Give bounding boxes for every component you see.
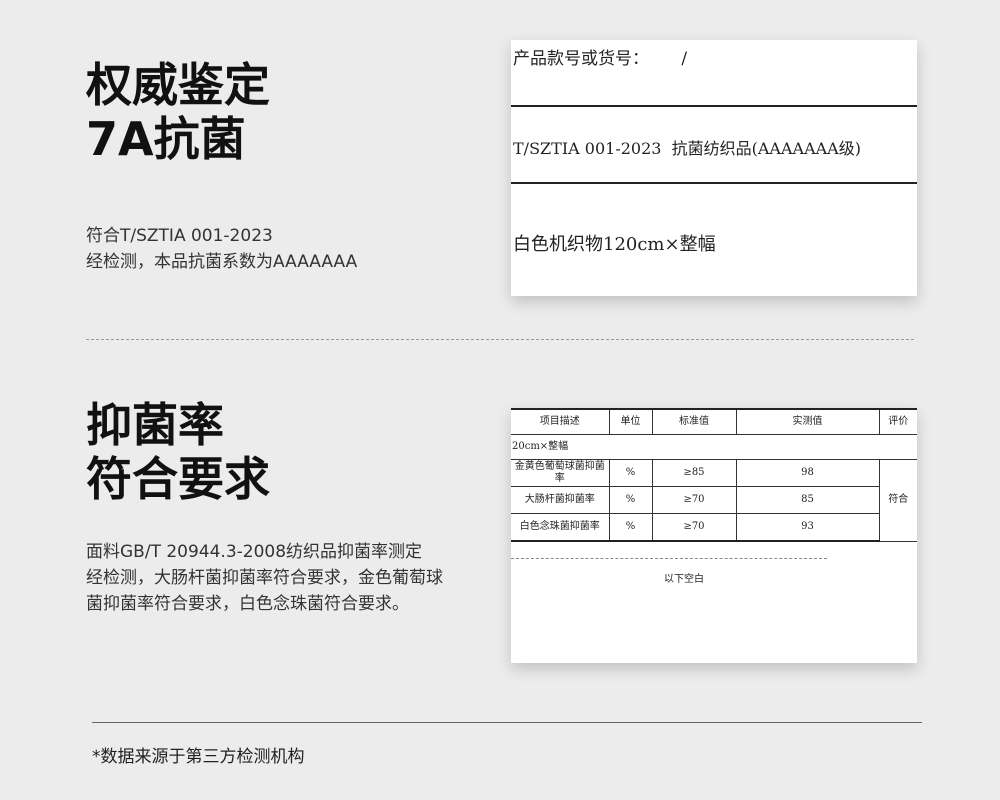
row-standard: ≥85 <box>651 459 737 487</box>
table-row: 白色念珠菌抑菌率 % ≥70 93 <box>511 513 917 542</box>
report-dashed-line <box>511 558 827 559</box>
header-standard: 标准值 <box>651 408 737 435</box>
row-measured: 85 <box>735 486 879 514</box>
test-report-card: 项目描述 单位 标准值 实测值 评价 20cm×整幅 金黄色葡萄球菌抑菌率 % … <box>511 408 917 663</box>
section1-title: 权威鉴定 7A抗菌 <box>86 58 270 166</box>
cert-standard: T/SZTIA 001-2023 抗菌纺织品(AAAAAAA级) <box>513 139 861 158</box>
evaluation-cell: 符合 <box>878 459 917 542</box>
spec-cell: 20cm×整幅 <box>511 434 917 460</box>
row-standard: ≥70 <box>651 486 737 514</box>
cert-line-1 <box>511 105 917 107</box>
row-measured: 93 <box>735 513 879 542</box>
section1-description: 符合T/SZTIA 001-2023 经检测，本品抗菌系数为AAAAAAA <box>86 223 357 275</box>
table-row: 大肠杆菌抑菌率 % ≥70 85 <box>511 486 917 514</box>
certificate-card: 产品款号或货号： / T/SZTIA 001-2023 抗菌纺织品(AAAAAA… <box>511 40 917 296</box>
row-unit: % <box>608 486 653 514</box>
row-item: 大肠杆菌抑菌率 <box>511 486 610 514</box>
header-measured: 实测值 <box>735 408 880 435</box>
section2-title: 抑菌率 符合要求 <box>86 398 270 506</box>
row-unit: % <box>608 459 653 487</box>
header-item: 项目描述 <box>511 408 610 435</box>
test-report-table: 项目描述 单位 标准值 实测值 评价 20cm×整幅 金黄色葡萄球菌抑菌率 % … <box>511 408 917 542</box>
section2-desc-line1: 面料GB/T 20944.3-2008纺织品抑菌率测定 <box>86 542 423 562</box>
section2-desc-line3: 菌抑菌率符合要求，白色念珠菌符合要求。 <box>86 594 409 614</box>
section1-desc-line2: 经检测，本品抗菌系数为AAAAAAA <box>86 252 358 272</box>
table-header-row: 项目描述 单位 标准值 实测值 评价 <box>511 408 917 435</box>
section1-desc-line1: 符合T/SZTIA 001-2023 <box>86 226 273 246</box>
row-standard: ≥70 <box>651 513 737 542</box>
footer-divider <box>92 722 922 723</box>
section-divider <box>86 339 914 340</box>
table-spec-row: 20cm×整幅 <box>511 434 917 460</box>
blank-note: 以下空白 <box>664 574 704 585</box>
table-row: 金黄色葡萄球菌抑菌率 % ≥85 98 符合 <box>511 459 917 542</box>
row-item: 白色念珠菌抑菌率 <box>511 513 610 542</box>
section2-description: 面料GB/T 20944.3-2008纺织品抑菌率测定 经检测，大肠杆菌抑菌率符… <box>86 539 443 617</box>
cert-line-2 <box>511 182 917 184</box>
data-source-footnote: *数据来源于第三方检测机构 <box>92 747 305 767</box>
row-unit: % <box>608 513 653 542</box>
header-evaluation: 评价 <box>878 408 917 435</box>
cert-fabric: 白色机织物120cm×整幅 <box>513 234 716 255</box>
row-item: 金黄色葡萄球菌抑菌率 <box>511 459 610 487</box>
section2-desc-line2: 经检测，大肠杆菌抑菌率符合要求，金色葡萄球 <box>86 568 443 588</box>
section2-title-line2: 符合要求 <box>86 452 270 506</box>
section1-title-line1: 权威鉴定 <box>86 58 270 112</box>
section1-title-line2: 7A抗菌 <box>86 112 246 166</box>
row-measured: 98 <box>735 459 880 487</box>
header-unit: 单位 <box>608 408 653 435</box>
section2-title-line1: 抑菌率 <box>86 398 224 452</box>
cert-product-number: 产品款号或货号： / <box>513 49 688 69</box>
